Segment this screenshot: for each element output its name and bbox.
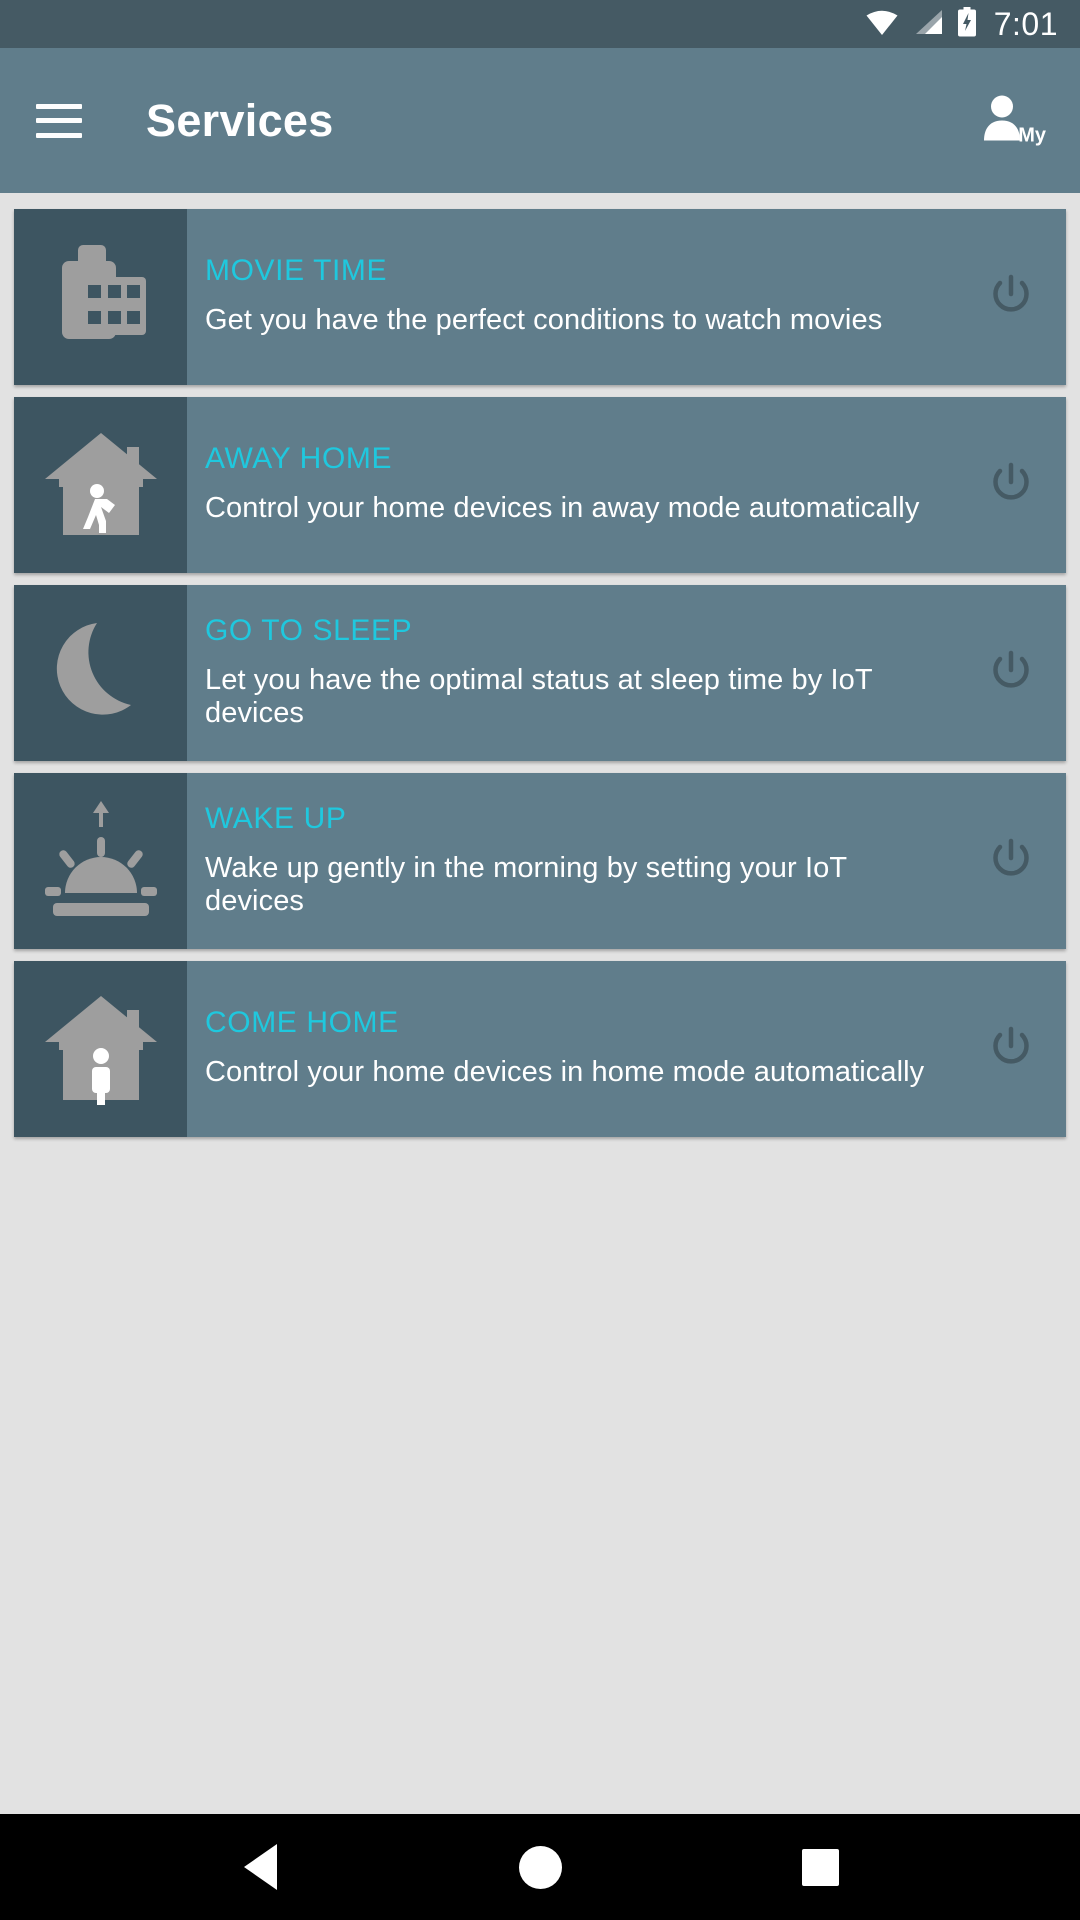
service-title: COME HOME [205,1006,399,1040]
status-bar: 7:01 [0,0,1080,48]
wifi-icon [865,8,899,41]
service-card-come-home[interactable]: COME HOME Control your home devices in h… [14,961,1066,1137]
service-title: GO TO SLEEP [205,613,413,647]
service-text: WAKE UP Wake up gently in the morning by… [187,773,970,949]
app-bar: Services My [0,48,1080,193]
house-walking-person-icon [39,425,163,546]
power-toggle-icon [988,648,1034,699]
service-text: AWAY HOME Control your home devices in a… [187,397,970,573]
account-label: My [1018,124,1046,146]
recents-square-icon [801,1848,839,1886]
hamburger-line [36,118,82,123]
house-standing-person-icon [39,988,163,1111]
service-description: Control your home devices in home mode a… [205,1056,925,1089]
hamburger-line [36,132,82,138]
service-card-away-home[interactable]: AWAY HOME Control your home devices in a… [14,397,1066,573]
status-bar-icons [865,6,977,42]
power-toggle-button[interactable] [970,585,1066,761]
back-triangle-icon [243,1844,277,1890]
power-toggle-button[interactable] [970,773,1066,949]
nav-home-button[interactable] [495,1822,585,1912]
power-toggle-button[interactable] [970,961,1066,1137]
service-icon-tile [14,773,187,949]
service-text: GO TO SLEEP Let you have the optimal sta… [187,585,970,761]
service-description: Wake up gently in the morning by setting… [205,851,847,917]
power-toggle-button[interactable] [970,397,1066,573]
service-card-movie-time[interactable]: MOVIE TIME Get you have the perfect cond… [14,209,1066,385]
service-card-go-to-sleep[interactable]: GO TO SLEEP Let you have the optimal sta… [14,585,1066,761]
system-navigation-bar [0,1814,1080,1920]
status-bar-clock: 7:01 [993,6,1058,42]
page-title: Services [146,94,334,146]
power-toggle-icon [988,836,1034,887]
signal-icon [912,8,944,41]
hamburger-line [36,103,82,109]
service-icon-tile [14,209,187,385]
service-card-wake-up[interactable]: WAKE UP Wake up gently in the morning by… [14,773,1066,949]
service-text: COME HOME Control your home devices in h… [187,961,970,1137]
service-icon-tile [14,585,187,761]
power-toggle-icon [988,272,1034,323]
cinema-building-icon [42,239,160,356]
crescent-moon-icon [43,611,159,736]
service-title: AWAY HOME [205,442,393,476]
hamburger-menu-icon[interactable] [36,103,82,138]
account-button[interactable]: My [980,92,1046,149]
service-description: Get you have the perfect conditions to w… [205,304,883,337]
power-toggle-icon [988,1024,1034,1075]
service-description: Let you have the optimal status at sleep… [205,663,873,729]
service-title: WAKE UP [205,801,347,835]
sunrise-icon [39,797,163,926]
nav-back-button[interactable] [215,1822,305,1912]
services-list: MOVIE TIME Get you have the perfect cond… [0,193,1080,1814]
service-icon-tile [14,961,187,1137]
home-circle-icon [518,1845,562,1889]
service-text: MOVIE TIME Get you have the perfect cond… [187,209,970,385]
phone-screen: 7:01 Services My MOVIE TIME Get you have… [0,0,1080,1920]
service-title: MOVIE TIME [205,254,388,288]
service-description: Control your home devices in away mode a… [205,492,920,525]
power-toggle-icon [988,460,1034,511]
nav-recents-button[interactable] [775,1822,865,1912]
service-icon-tile [14,397,187,573]
battery-charging-icon [957,6,977,42]
power-toggle-button[interactable] [970,209,1066,385]
